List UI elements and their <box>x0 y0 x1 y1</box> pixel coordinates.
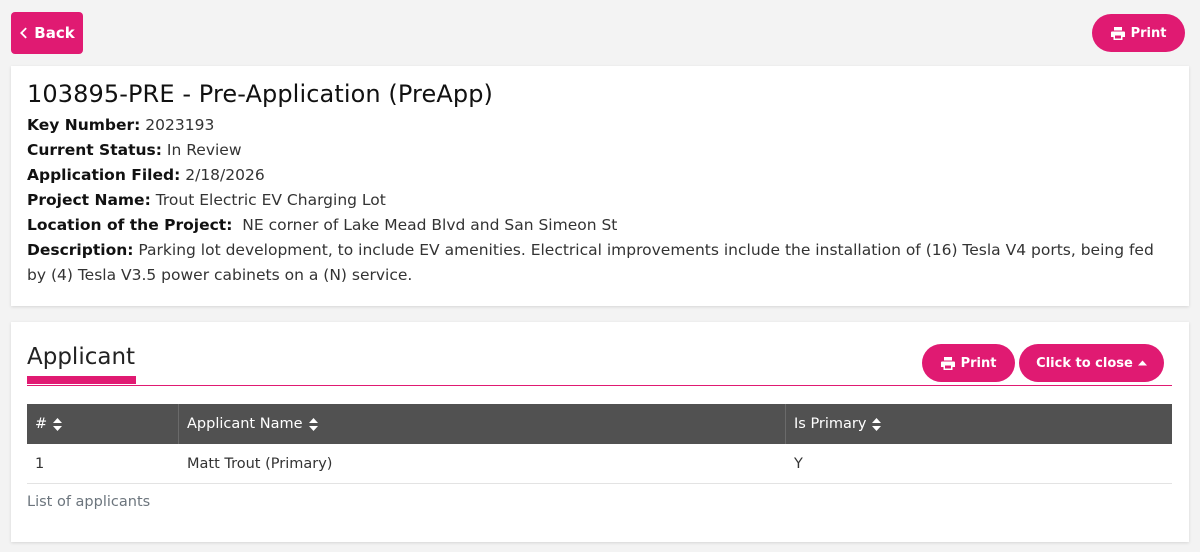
column-header-applicant-name[interactable]: Applicant Name <box>179 404 786 444</box>
applicants-table: # Applicant Name Is Primary 1 Matt Trout… <box>27 404 1172 484</box>
print-applicants-button[interactable]: Print <box>922 344 1015 382</box>
column-header-is-primary[interactable]: Is Primary <box>786 404 1172 444</box>
print-button[interactable]: Print <box>1092 14 1185 52</box>
heading-accent-bar <box>27 376 136 384</box>
project-name-value: Trout Electric EV Charging Lot <box>155 191 386 209</box>
back-button[interactable]: Back <box>11 12 83 54</box>
description-field: Description: Parking lot development, to… <box>27 238 1177 288</box>
column-header-is-primary-label: Is Primary <box>794 416 867 432</box>
back-button-label: Back <box>34 24 75 42</box>
current-status-field: Current Status: In Review <box>27 138 242 163</box>
key-number-value: 2023193 <box>145 116 215 134</box>
applicant-section: Applicant Print Click to close # Applica… <box>11 322 1189 542</box>
cell-number: 1 <box>35 455 45 472</box>
column-header-number-label: # <box>35 416 48 432</box>
table-caption: List of applicants <box>27 494 151 510</box>
record-details-card: 103895-PRE - Pre-Application (PreApp) Ke… <box>11 66 1189 306</box>
applicant-heading: Applicant <box>27 344 136 370</box>
print-button-label: Print <box>1130 25 1167 41</box>
application-filed-label: Application Filed: <box>27 166 181 184</box>
table-body: 1 Matt Trout (Primary) Y <box>27 444 1172 484</box>
cell-applicant-name: Matt Trout (Primary) <box>187 455 333 472</box>
project-name-label: Project Name: <box>27 191 151 209</box>
section-divider <box>27 385 1172 386</box>
caret-up-icon <box>1137 360 1147 366</box>
sort-icon <box>872 417 882 431</box>
collapse-section-label: Click to close <box>1036 355 1133 371</box>
table-row: 1 Matt Trout (Primary) Y <box>27 444 1172 484</box>
project-name-field: Project Name: Trout Electric EV Charging… <box>27 188 386 213</box>
description-label: Description: <box>27 241 134 259</box>
sort-icon <box>53 417 63 431</box>
current-status-value: In Review <box>166 141 242 159</box>
sort-icon <box>308 417 318 431</box>
column-header-number[interactable]: # <box>27 404 179 444</box>
print-applicants-label: Print <box>960 355 997 371</box>
current-status-label: Current Status: <box>27 141 162 159</box>
table-header: # Applicant Name Is Primary <box>27 404 1172 444</box>
description-value: Parking lot development, to include EV a… <box>27 241 1154 284</box>
project-location-field: Location of the Project: NE corner of La… <box>27 213 617 238</box>
application-filed-value: 2/18/2026 <box>185 166 265 184</box>
chevron-left-icon <box>20 27 28 39</box>
key-number-field: Key Number: 2023193 <box>27 113 214 138</box>
key-number-label: Key Number: <box>27 116 141 134</box>
column-header-applicant-name-label: Applicant Name <box>187 416 303 432</box>
printer-icon <box>1110 26 1125 40</box>
project-location-value: NE corner of Lake Mead Blvd and San Sime… <box>242 216 618 234</box>
cell-is-primary: Y <box>794 455 803 472</box>
record-title: 103895-PRE - Pre-Application (PreApp) <box>27 80 493 108</box>
printer-icon <box>940 356 955 370</box>
project-location-label: Location of the Project: <box>27 216 233 234</box>
application-filed-field: Application Filed: 2/18/2026 <box>27 163 265 188</box>
collapse-section-button[interactable]: Click to close <box>1019 344 1164 382</box>
